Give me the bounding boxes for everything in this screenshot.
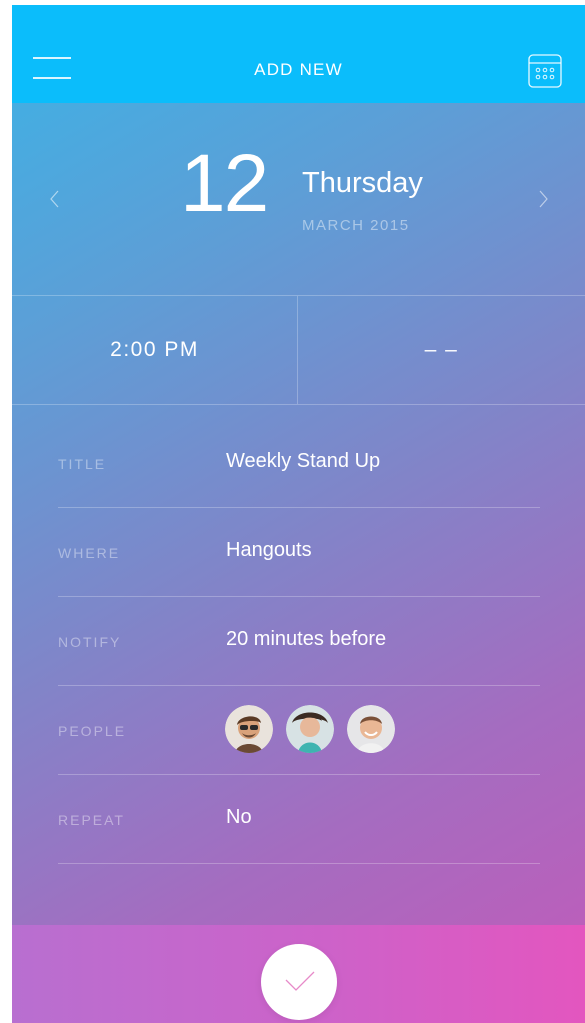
date-picker: 12 Thursday MARCH 2015 — [12, 103, 585, 295]
avatar[interactable] — [286, 705, 334, 753]
start-time[interactable]: 2:00 PM — [12, 296, 297, 404]
field-value: Weekly Stand Up — [226, 450, 381, 472]
field-people: PEOPLE — [58, 686, 540, 775]
field-repeat[interactable]: REPEAT No — [58, 775, 540, 864]
field-label: PEOPLE — [58, 723, 127, 739]
month-year-label: MARCH 2015 — [302, 217, 410, 234]
field-title[interactable]: TITLE Weekly Stand Up — [58, 419, 540, 508]
day-number: 12 — [180, 138, 269, 229]
chevron-left-icon[interactable] — [45, 186, 65, 212]
checkmark-icon — [285, 971, 315, 991]
weekday-label: Thursday — [302, 167, 423, 199]
field-value: 20 minutes before — [226, 628, 387, 650]
divider — [58, 863, 540, 864]
calendar-icon[interactable] — [528, 54, 562, 88]
avatar[interactable] — [225, 705, 273, 753]
time-range: 2:00 PM – – — [12, 295, 585, 405]
avatar[interactable] — [347, 705, 395, 753]
page-title: ADD NEW — [254, 60, 343, 79]
field-where[interactable]: WHERE Hangouts — [58, 508, 540, 597]
top-bar: ADD NEW — [12, 5, 585, 103]
end-time[interactable]: – – — [298, 296, 585, 404]
field-label: NOTIFY — [58, 634, 122, 650]
app-screen: ADD NEW 12 Thursday MARCH 2015 2:00 PM –… — [12, 5, 585, 1023]
field-value: Hangouts — [226, 539, 312, 561]
field-label: WHERE — [58, 545, 121, 561]
field-label: TITLE — [58, 456, 107, 472]
field-value: No — [226, 806, 252, 828]
field-label: REPEAT — [58, 812, 125, 828]
chevron-right-icon[interactable] — [533, 186, 553, 212]
bottom-bar — [12, 925, 585, 1023]
field-notify[interactable]: NOTIFY 20 minutes before — [58, 597, 540, 686]
confirm-button[interactable] — [261, 944, 337, 1020]
